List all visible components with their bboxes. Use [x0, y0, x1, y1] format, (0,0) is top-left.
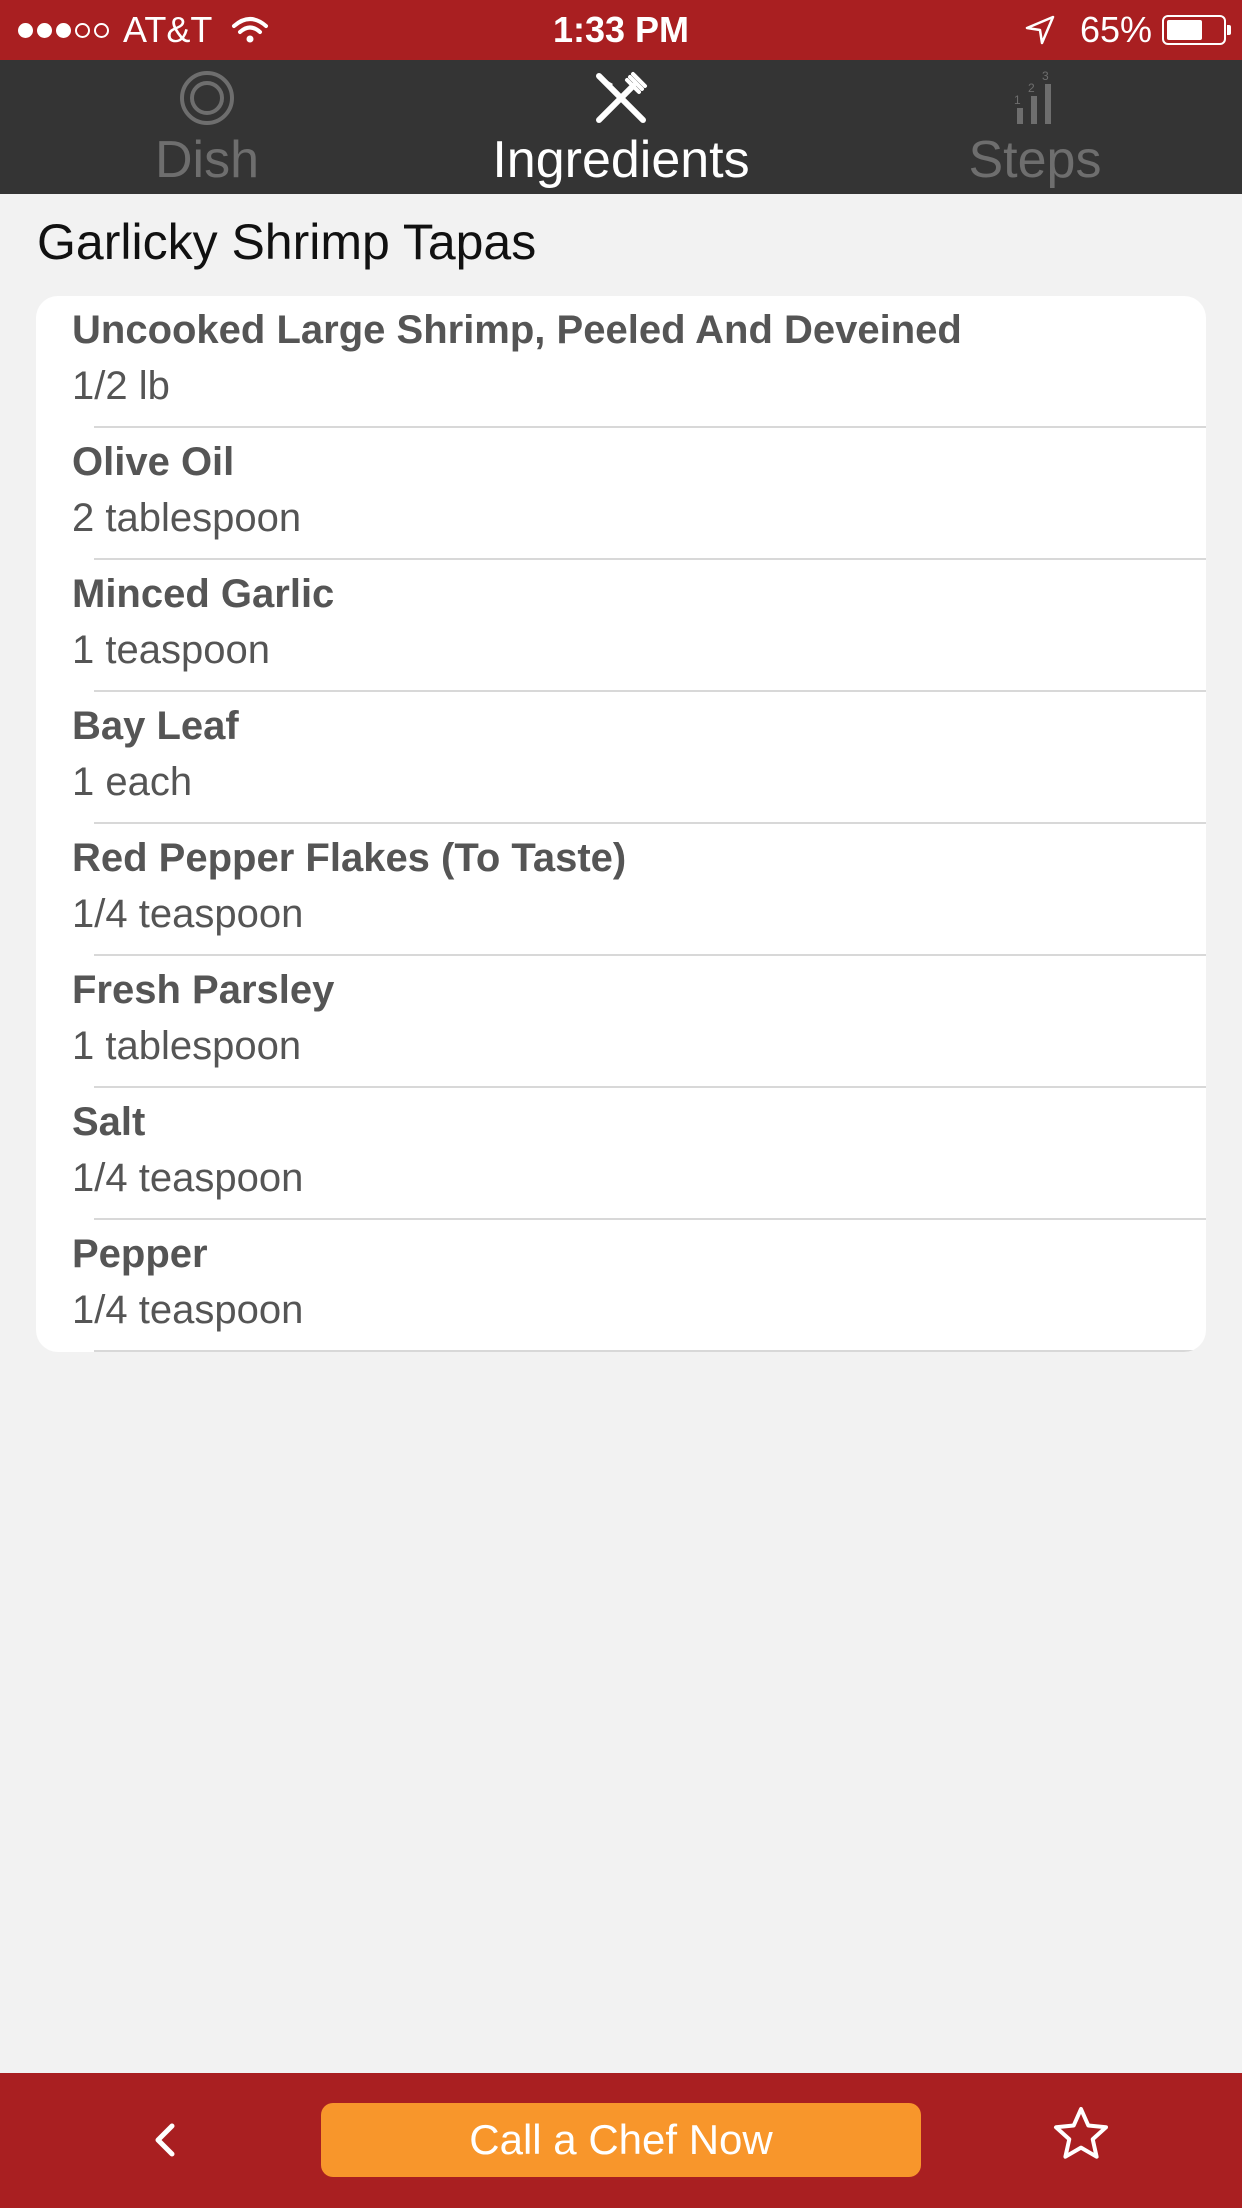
- recipe-title: Garlicky Shrimp Tapas: [37, 214, 537, 270]
- battery-cap: [1227, 25, 1231, 35]
- status-bar: AT&T 1:33 PM 65%: [0, 0, 1242, 60]
- ingredient-name: Minced Garlic: [72, 572, 335, 616]
- fork-knife-icon: [596, 72, 647, 123]
- plate-icon: [180, 71, 234, 125]
- battery-percentage: 65%: [1079, 9, 1152, 50]
- tab-steps[interactable]: 1 2 3 Steps: [885, 60, 1185, 194]
- ingredient-amount: 1 each: [72, 760, 193, 804]
- ingredient-amount: 1 tablespoon: [72, 1024, 302, 1068]
- tab-bar: Dish Ingredients 1 2 3 Steps: [0, 60, 1242, 194]
- ingredient-row: Pepper 1/4 teaspoon: [36, 1220, 1206, 1352]
- ingredient-name: Pepper: [72, 1232, 208, 1276]
- battery-level-fill: [1167, 20, 1202, 40]
- battery-icon: [1162, 15, 1231, 45]
- ingredient-row: Olive Oil 2 tablespoon: [36, 428, 1206, 560]
- ingredient-amount: 2 tablespoon: [72, 496, 302, 540]
- svg-text:3: 3: [1042, 70, 1049, 83]
- ingredient-name: Red Pepper Flakes (To Taste): [72, 836, 627, 880]
- ingredients-list: Uncooked Large Shrimp, Peeled And Devein…: [36, 296, 1206, 1352]
- ingredient-name: Bay Leaf: [72, 704, 239, 748]
- ingredient-name: Uncooked Large Shrimp, Peeled And Devein…: [72, 308, 962, 352]
- tab-label: Ingredients: [492, 131, 750, 189]
- ingredient-name: Olive Oil: [72, 440, 235, 484]
- tab-label: Steps: [968, 131, 1102, 189]
- numbered-steps-icon: 1 2 3: [1014, 70, 1051, 124]
- ingredient-row: Fresh Parsley 1 tablespoon: [36, 956, 1206, 1088]
- ingredient-row: Bay Leaf 1 each: [36, 692, 1206, 824]
- ingredient-amount: 1/4 teaspoon: [72, 892, 304, 936]
- tab-label: Dish: [154, 131, 260, 189]
- ingredient-row: Red Pepper Flakes (To Taste) 1/4 teaspoo…: [36, 824, 1206, 956]
- ingredient-row: Salt 1/4 teaspoon: [36, 1088, 1206, 1220]
- svg-text:2: 2: [1028, 81, 1035, 95]
- ingredient-amount: 1/4 teaspoon: [72, 1288, 304, 1332]
- ingredient-amount: 1 teaspoon: [72, 628, 270, 672]
- status-right: 65%: [1024, 0, 1231, 60]
- chevron-left-icon[interactable]: [134, 2110, 194, 2170]
- ingredient-row: Uncooked Large Shrimp, Peeled And Devein…: [36, 296, 1206, 428]
- ingredient-row: Minced Garlic 1 teaspoon: [36, 560, 1206, 692]
- call-chef-button[interactable]: Call a Chef Now: [321, 2103, 921, 2177]
- tab-ingredients[interactable]: Ingredients: [471, 60, 771, 194]
- ingredient-amount: 1/2 lb: [72, 364, 170, 408]
- location-arrow-icon: [1025, 15, 1055, 45]
- ingredient-name: Salt: [72, 1100, 146, 1144]
- star-icon[interactable]: [1052, 2105, 1110, 2163]
- bottom-toolbar: Call a Chef Now: [0, 2073, 1242, 2208]
- ingredient-amount: 1/4 teaspoon: [72, 1156, 304, 1200]
- ingredient-name: Fresh Parsley: [72, 968, 335, 1012]
- svg-text:1: 1: [1014, 93, 1021, 107]
- tab-dish[interactable]: Dish: [57, 60, 357, 194]
